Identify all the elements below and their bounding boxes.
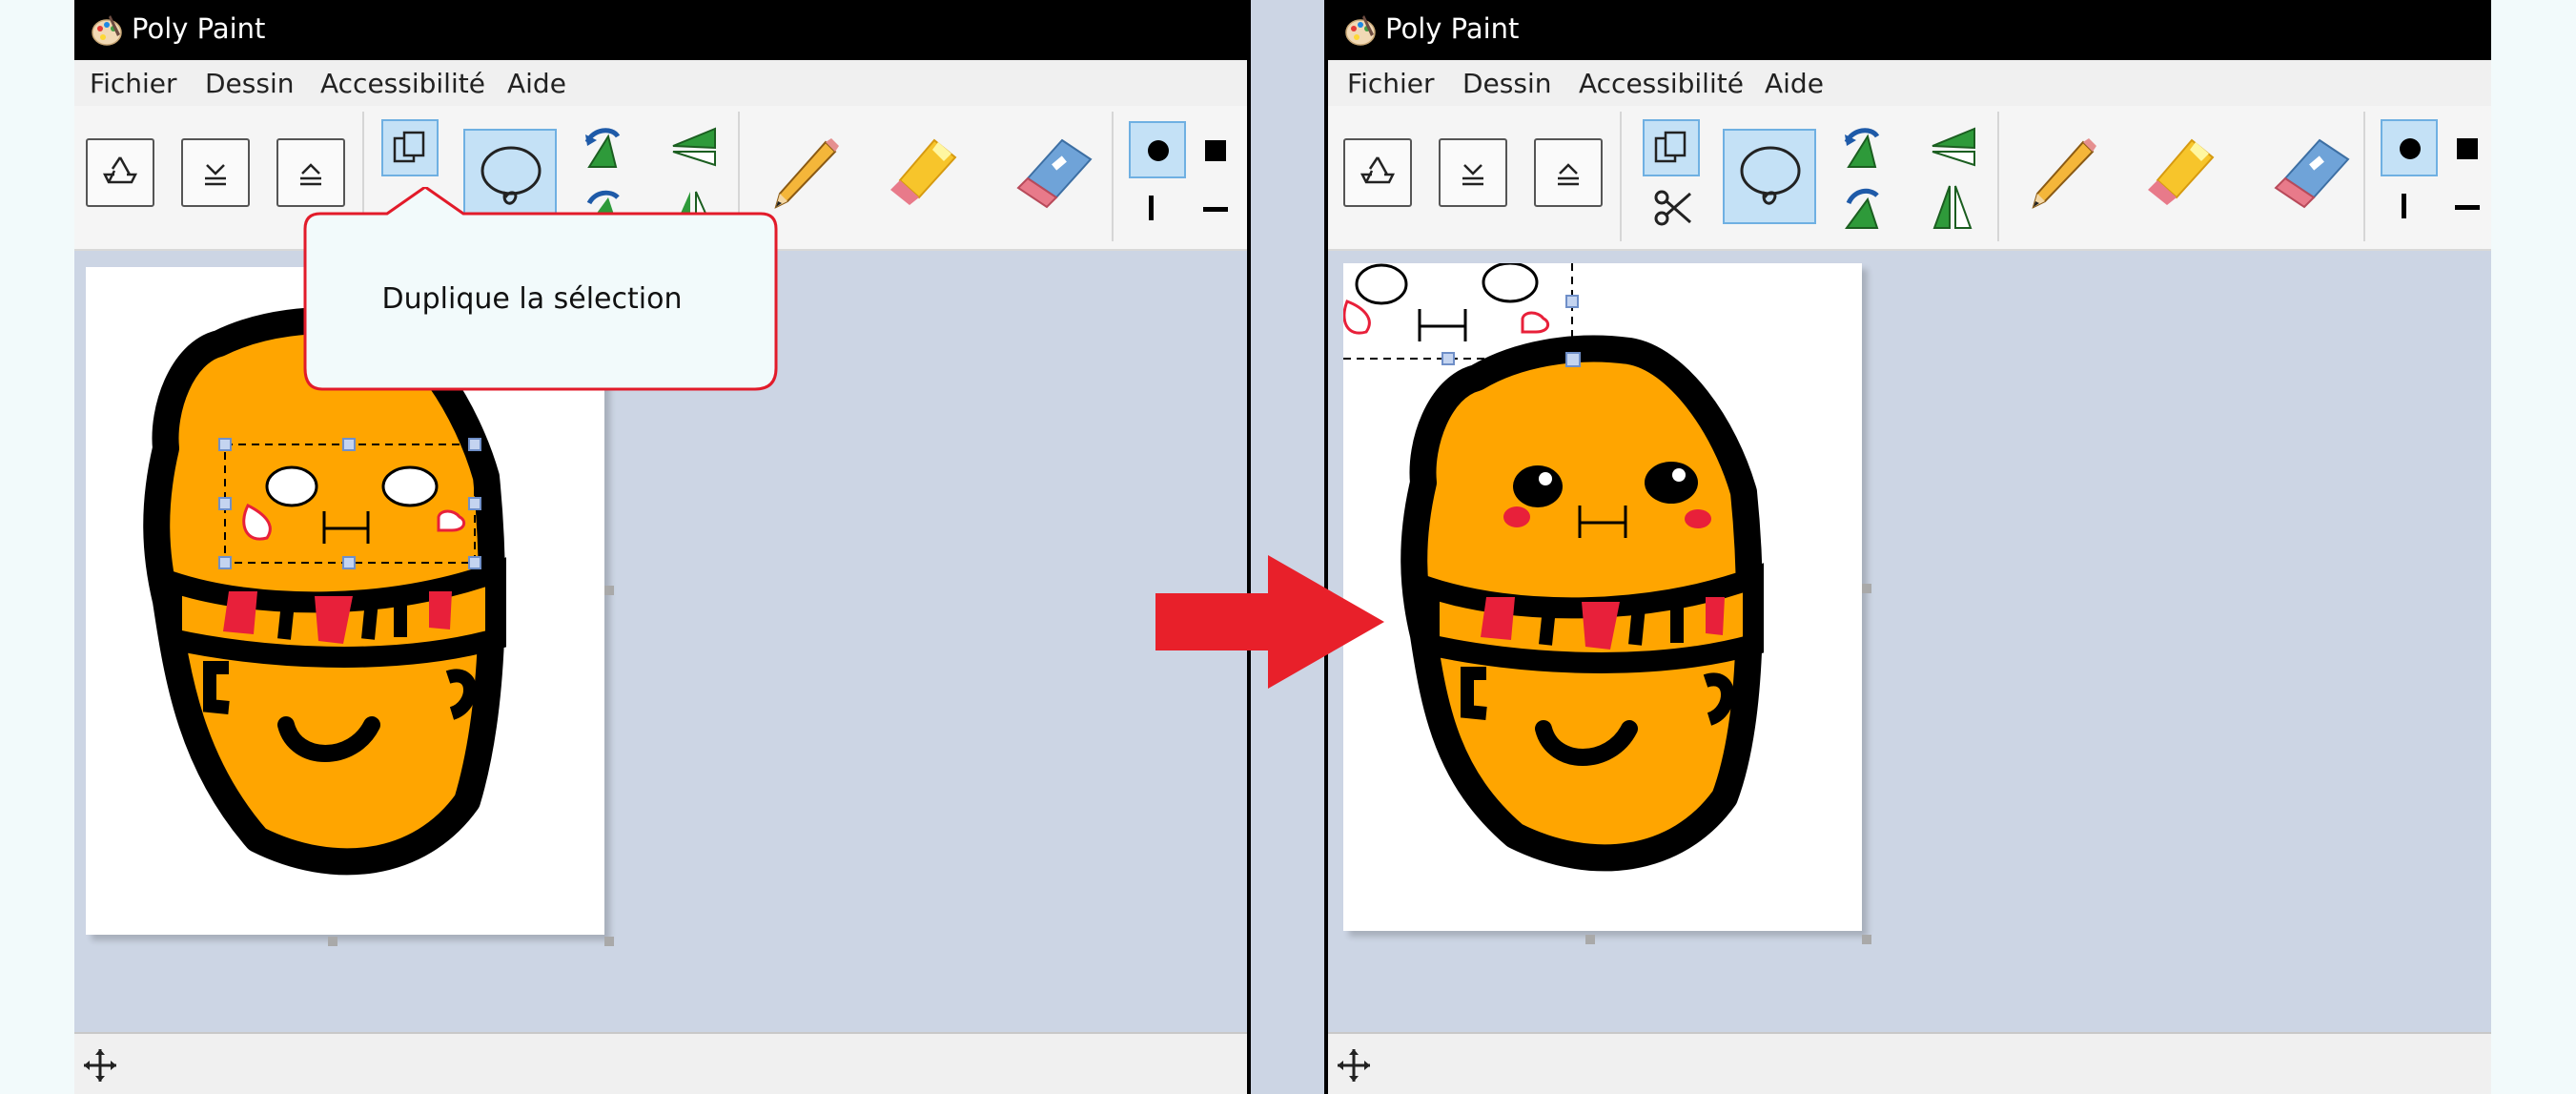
menu-accessibilite[interactable]: Accessibilité [1579, 68, 1744, 100]
menu-fichier[interactable]: Fichier [90, 68, 177, 100]
pencil-icon[interactable] [2024, 134, 2100, 217]
palette-icon [1345, 15, 1376, 46]
duplicate-icon [1654, 131, 1687, 163]
eraser-icon[interactable] [2262, 131, 2358, 217]
tooltip-text: Duplique la sélection [381, 282, 683, 316]
menu-aide[interactable]: Aide [507, 68, 566, 100]
rotate-left-icon[interactable] [580, 123, 635, 171]
recycle-button[interactable] [86, 138, 154, 207]
rotate-left-icon[interactable] [1839, 123, 1894, 171]
round-tip-icon [1148, 140, 1169, 161]
recycle-icon [102, 156, 138, 184]
cut-icon[interactable] [1652, 186, 1694, 228]
resize-handle-bottom[interactable] [1585, 935, 1595, 944]
tooltip-duplicate: Duplique la sélection [284, 187, 828, 404]
recycle-icon [1360, 156, 1396, 184]
flip-vertical-icon[interactable] [1925, 182, 1980, 230]
recycle-button[interactable] [1343, 138, 1412, 207]
move-down-icon [1462, 164, 1483, 186]
menu-bar: Fichier Dessin Accessibilité Aide [74, 60, 1247, 106]
vertical-tip-icon[interactable] [2400, 192, 2409, 220]
resize-handle-corner[interactable] [1862, 935, 1871, 944]
duplicate-button[interactable] [1643, 119, 1700, 176]
move-down-button[interactable] [1439, 138, 1507, 207]
round-tip-icon [2400, 138, 2421, 159]
highlighter-icon[interactable] [881, 131, 967, 217]
right-app-window: Poly Paint Fichier Dessin Accessibilité … [1328, 0, 2491, 1094]
title-bar: Poly Paint [74, 0, 1247, 60]
duplicate-icon [393, 131, 425, 163]
move-up-icon [1558, 163, 1579, 186]
round-tip-button[interactable] [1129, 121, 1186, 178]
drawing-canvas[interactable] [1342, 261, 1862, 931]
window-divider [1247, 0, 1328, 1094]
toolbar-ribbon [1328, 106, 2491, 251]
move-cross-icon [1338, 1049, 1370, 1082]
window-title: Poly Paint [132, 12, 266, 45]
menu-fichier[interactable]: Fichier [1347, 68, 1435, 100]
square-tip-icon[interactable] [2455, 136, 2480, 161]
window-title: Poly Paint [1385, 12, 1520, 45]
palette-icon [92, 15, 122, 46]
lasso-button[interactable] [1723, 129, 1816, 224]
flip-icon[interactable] [665, 123, 721, 171]
square-tip-icon[interactable] [1203, 138, 1228, 163]
round-tip-button[interactable] [2381, 119, 2438, 176]
move-up-button[interactable] [1534, 138, 1603, 207]
transition-arrow-icon [1155, 555, 1384, 689]
menu-dessin[interactable]: Dessin [1462, 68, 1552, 100]
rotate-right-icon[interactable] [1839, 182, 1894, 230]
resize-handle-right[interactable] [1862, 584, 1871, 593]
resize-handle-right[interactable] [604, 586, 614, 595]
status-bar [74, 1032, 1247, 1094]
menu-aide[interactable]: Aide [1765, 68, 1824, 100]
left-app-window: Poly Paint Fichier Dessin Accessibilité … [74, 0, 1247, 1094]
menu-dessin[interactable]: Dessin [205, 68, 295, 100]
status-bar [1328, 1032, 2491, 1094]
highlighter-icon[interactable] [2138, 131, 2224, 217]
move-cross-icon [84, 1049, 116, 1082]
move-down-icon [205, 164, 226, 186]
horizontal-tip-icon[interactable] [2453, 203, 2482, 213]
vertical-tip-icon[interactable] [1147, 194, 1156, 222]
lasso-icon [1740, 146, 1801, 205]
resize-handle-corner[interactable] [604, 937, 614, 946]
potato-character-drawing [1342, 261, 1764, 872]
move-down-button[interactable] [181, 138, 250, 207]
resize-handle-bottom[interactable] [328, 937, 337, 946]
duplicate-button[interactable] [381, 119, 439, 176]
flip-icon[interactable] [1925, 123, 1980, 171]
eraser-icon[interactable] [1005, 131, 1100, 217]
menu-bar: Fichier Dessin Accessibilité Aide [1328, 60, 2491, 106]
menu-accessibilite[interactable]: Accessibilité [320, 68, 485, 100]
title-bar: Poly Paint [1328, 0, 2491, 60]
horizontal-tip-icon[interactable] [1201, 205, 1230, 215]
